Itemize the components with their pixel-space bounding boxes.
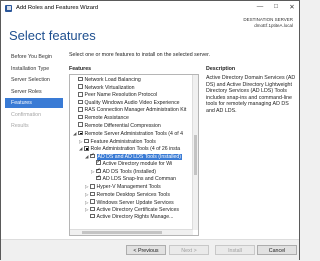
feature-checkbox[interactable] bbox=[78, 92, 83, 97]
nav-server-selection[interactable]: Server Selection bbox=[5, 75, 63, 85]
feature-label: Active Directory Rights Manage... bbox=[96, 213, 174, 220]
page-title: Select features bbox=[9, 28, 96, 43]
destination-server-info: DESTINATION SERVER dmoEf.1ptiteA.local bbox=[243, 17, 293, 29]
feature-checkbox[interactable] bbox=[78, 84, 83, 89]
horizontal-scrollbar[interactable] bbox=[70, 229, 193, 235]
features-heading: Features bbox=[69, 66, 92, 72]
feature-checkbox[interactable] bbox=[96, 167, 101, 174]
wizard-header: Select features DESTINATION SERVER dmoEf… bbox=[1, 15, 299, 45]
server-manager-icon bbox=[5, 4, 12, 12]
feature-label: Remote Assistance bbox=[84, 115, 129, 121]
feature-checkbox[interactable] bbox=[96, 159, 101, 165]
next-button: Next > bbox=[169, 245, 209, 255]
nav-installation-type[interactable]: Installation Type bbox=[5, 64, 63, 74]
feature-row[interactable]: AD LDS Snap-Ins and Comman bbox=[70, 174, 198, 183]
feature-label: Active Directory module for Wi bbox=[102, 160, 173, 167]
feature-label: Windows Server Update Services bbox=[96, 199, 174, 206]
wizard-nav: Before You Begin Installation Type Serve… bbox=[5, 52, 63, 133]
close-icon[interactable]: ✕ bbox=[287, 3, 297, 11]
feature-label: AD DS Tools (Installed) bbox=[102, 169, 157, 176]
feature-label: Remote Differential Compression bbox=[84, 122, 161, 129]
feature-row[interactable]: ▷ Remote Desktop Services Tools bbox=[70, 191, 198, 198]
feature-label: Active Directory Certificate Services bbox=[96, 207, 179, 214]
feature-label: Role Administration Tools (4 of 26 insta bbox=[90, 146, 181, 153]
feature-row[interactable]: RAS Connection Manager Administration Ki… bbox=[70, 107, 198, 114]
feature-label: RAS Connection Manager Administration Ki… bbox=[84, 107, 187, 114]
feature-label: AD LDS Snap-Ins and Comman bbox=[102, 175, 177, 182]
feature-checkbox[interactable] bbox=[90, 213, 95, 219]
feature-checkbox[interactable] bbox=[78, 99, 83, 105]
description-text: Active Directory Domain Services (AD DS)… bbox=[206, 75, 296, 114]
install-button: Install bbox=[215, 245, 255, 255]
window-title: Add Roles and Features Wizard bbox=[16, 5, 99, 11]
feature-checkbox[interactable] bbox=[78, 130, 83, 136]
feature-row[interactable]: ▷AD DS Tools (Installed) bbox=[70, 167, 198, 176]
feature-row[interactable]: Remote Differential Compression bbox=[70, 122, 198, 130]
feature-row[interactable]: ◢ Remote Server Administration Tools (4 o… bbox=[70, 130, 198, 138]
nav-server-roles[interactable]: Server Roles bbox=[5, 87, 63, 97]
feature-checkbox[interactable] bbox=[90, 152, 95, 159]
features-tree[interactable]: Network Load Balancing Network Virtualiza… bbox=[69, 74, 199, 236]
cancel-button[interactable]: Cancel bbox=[257, 245, 297, 255]
feature-label: Quality Windows Audio Video Experience bbox=[84, 99, 180, 106]
feature-row[interactable]: Network Load Balancing bbox=[70, 76, 198, 84]
feature-label: Remote Desktop Services Tools bbox=[96, 191, 170, 198]
feature-label: Peer Name Resolution Protocol bbox=[84, 92, 158, 99]
feature-row[interactable]: Remote Assistance bbox=[70, 114, 198, 122]
feature-label: AD DS and AD LDS Tools (Installed) bbox=[96, 153, 183, 160]
nav-confirmation: Confirmation bbox=[11, 111, 42, 118]
feature-checkbox[interactable] bbox=[90, 199, 95, 204]
title-bar: Add Roles and Features Wizard — □ ✕ bbox=[1, 1, 299, 15]
wizard-window: Add Roles and Features Wizard — □ ✕ Sele… bbox=[0, 0, 300, 261]
feature-checkbox[interactable] bbox=[78, 76, 83, 82]
feature-row[interactable]: Active Directory Rights Manage... bbox=[70, 213, 198, 221]
feature-row[interactable]: ▷ Feature Administration Tools bbox=[70, 138, 198, 145]
feature-row[interactable]: ▷ Windows Server Update Services bbox=[70, 199, 198, 206]
feature-checkbox[interactable] bbox=[96, 174, 101, 181]
previous-button[interactable]: < Previous bbox=[126, 245, 166, 255]
nav-results: Results bbox=[11, 123, 29, 129]
horizontal-scroll-thumb[interactable] bbox=[82, 231, 162, 234]
feature-checkbox[interactable] bbox=[78, 114, 83, 120]
feature-label: Remote Server Administration Tools (4 of… bbox=[84, 131, 184, 138]
feature-checkbox[interactable] bbox=[78, 122, 83, 127]
feature-row[interactable]: ▷ Hyper-V Management Tools bbox=[70, 183, 198, 191]
feature-checkbox[interactable] bbox=[78, 107, 83, 112]
description-heading: Description bbox=[206, 66, 236, 72]
feature-label: Feature Administration Tools bbox=[90, 138, 156, 145]
feature-checkbox[interactable] bbox=[90, 206, 95, 212]
feature-label: Hyper-V Management Tools bbox=[96, 184, 161, 191]
nav-features[interactable]: Features bbox=[5, 98, 63, 108]
maximize-icon[interactable]: □ bbox=[271, 3, 281, 11]
instruction-text: Select one or more features to install o… bbox=[69, 52, 211, 58]
feature-label: Network Virtualization bbox=[84, 84, 135, 91]
feature-row[interactable]: ◢ Role Administration Tools (4 of 26 inst… bbox=[70, 145, 198, 153]
vertical-scrollbar[interactable] bbox=[192, 75, 198, 230]
feature-row[interactable]: Peer Name Resolution Protocol bbox=[70, 92, 198, 99]
feature-checkbox[interactable] bbox=[90, 184, 95, 189]
feature-row[interactable]: ▷ Active Directory Certificate Services bbox=[70, 206, 198, 214]
feature-checkbox[interactable] bbox=[90, 191, 95, 197]
feature-checkbox[interactable] bbox=[84, 146, 89, 151]
feature-checkbox[interactable] bbox=[84, 138, 89, 144]
minimize-icon[interactable]: — bbox=[255, 3, 265, 11]
nav-before-you-begin[interactable]: Before You Begin bbox=[5, 52, 63, 62]
feature-label: Network Load Balancing bbox=[84, 77, 141, 83]
feature-row[interactable]: Active Directory module for Wi bbox=[70, 159, 198, 168]
feature-row[interactable]: ◢AD DS and AD LDS Tools (Installed) bbox=[70, 152, 198, 160]
destination-server-name: dmoEf.1ptiteA.local bbox=[254, 23, 293, 28]
feature-row[interactable]: Quality Windows Audio Video Experience bbox=[70, 99, 198, 107]
vertical-scroll-thumb[interactable] bbox=[194, 135, 197, 175]
feature-row[interactable]: Network Virtualization bbox=[70, 84, 198, 92]
